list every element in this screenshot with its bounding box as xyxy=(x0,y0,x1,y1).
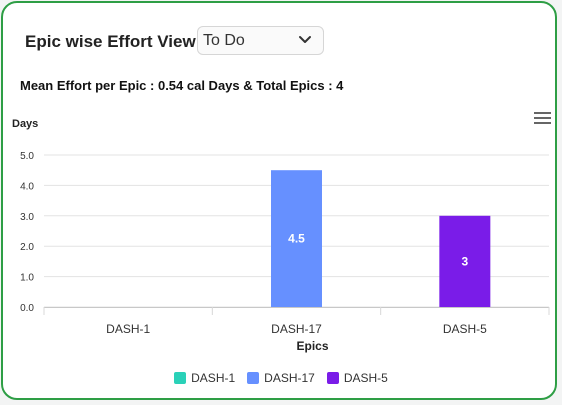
x-tick-label: DASH-5 xyxy=(443,322,487,336)
legend-label: DASH-17 xyxy=(264,371,315,385)
data-label: 3 xyxy=(461,254,468,268)
bar-chart: Days 0.0 1.0 2.0 3.0 4.0 5.0 DASH-1 4.5 DASH-17 3 D… xyxy=(12,118,550,353)
legend-swatch xyxy=(247,372,260,384)
legend-label: DASH-5 xyxy=(343,371,388,385)
y-tick-label: 5.0 xyxy=(20,151,34,162)
x-axis-label: Epics xyxy=(296,339,328,353)
y-axis-label: Days xyxy=(12,118,38,130)
chart-legend: DASH-1 DASH-17 DASH-5 xyxy=(0,369,562,387)
legend-item-dash-1[interactable]: DASH-1 xyxy=(174,371,235,385)
legend-swatch xyxy=(326,372,339,384)
y-tick-label: 1.0 xyxy=(20,273,34,284)
legend-label: DASH-1 xyxy=(191,371,236,385)
x-tick-label: DASH-17 xyxy=(271,322,322,336)
x-tick-label: DASH-1 xyxy=(106,322,150,336)
y-tick-label: 3.0 xyxy=(20,212,34,223)
y-tick-label: 4.0 xyxy=(20,181,34,192)
legend-swatch xyxy=(174,372,187,384)
y-tick-label: 2.0 xyxy=(20,242,34,253)
legend-item-dash-17[interactable]: DASH-17 xyxy=(247,371,315,385)
data-label: 4.5 xyxy=(288,232,305,246)
legend-item-dash-5[interactable]: DASH-5 xyxy=(326,371,388,385)
y-tick-label: 0.0 xyxy=(20,303,34,314)
